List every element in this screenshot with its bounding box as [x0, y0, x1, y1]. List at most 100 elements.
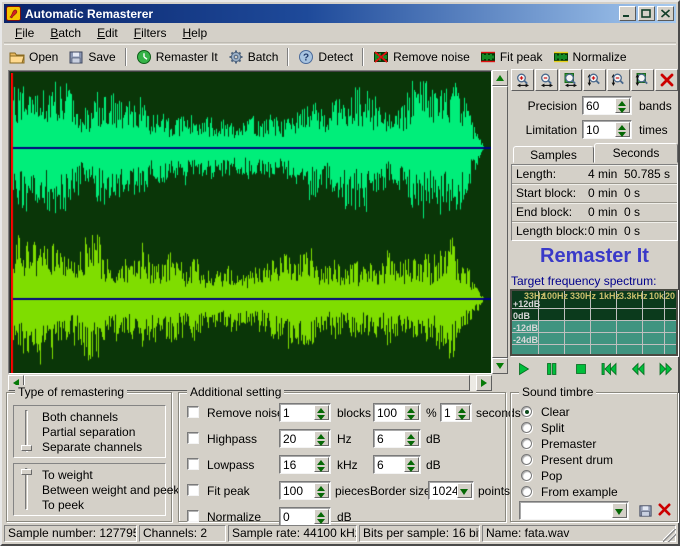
menu-batch[interactable]: Batch: [42, 25, 89, 41]
detect-button[interactable]: ? Detect: [293, 47, 358, 67]
pop-radio[interactable]: [521, 470, 532, 481]
border-size-combo[interactable]: 1024: [428, 481, 474, 500]
remaster-it-toolbar-button[interactable]: Remaster It: [131, 47, 223, 67]
reset-icon: [659, 72, 675, 88]
spectrum-freq-label: 10k: [649, 291, 664, 301]
remove-noise-blocks-spinner[interactable]: 1: [279, 403, 331, 422]
info-row-length: Length: 4 min 50.785 s: [512, 165, 677, 184]
end-block-value: 0 min 0 s: [588, 203, 640, 221]
clear-example-button[interactable]: [655, 500, 673, 519]
save-button[interactable]: Save: [63, 47, 120, 67]
limitation-spinner[interactable]: 10: [582, 120, 632, 139]
fit-vertical-button[interactable]: [631, 69, 654, 91]
menu-file[interactable]: File: [7, 25, 42, 41]
fit-peak-checkbox[interactable]: [187, 484, 199, 496]
remove-noise-checkbox[interactable]: [187, 406, 199, 418]
fit-horizontal-button[interactable]: [559, 69, 582, 91]
remaster-it-button[interactable]: Remaster It: [511, 245, 678, 268]
fit-peak-pieces-spinner[interactable]: 100: [279, 481, 331, 500]
title-bar[interactable]: Automatic Remasterer: [4, 4, 676, 23]
pause-button[interactable]: [543, 361, 560, 377]
spinner-arrows-icon[interactable]: [314, 483, 329, 498]
spinner-arrows-icon[interactable]: [455, 405, 470, 420]
lowpass-freq-spinner[interactable]: 16: [279, 455, 331, 474]
spinner-arrows-icon[interactable]: [404, 431, 419, 446]
fit-peak-toolbar-button[interactable]: Fit peak: [475, 47, 548, 67]
play-button[interactable]: [515, 361, 532, 377]
percent-unit: %: [426, 406, 437, 420]
dropdown-arrow-icon[interactable]: [612, 503, 627, 518]
stop-button[interactable]: [572, 361, 589, 377]
open-button[interactable]: Open: [4, 47, 63, 67]
channel-mode-slider[interactable]: [18, 409, 36, 455]
spinner-arrows-icon[interactable]: [404, 405, 419, 420]
menu-help[interactable]: Help: [174, 25, 215, 41]
reset-button[interactable]: [655, 69, 678, 91]
highpass-checkbox[interactable]: [187, 432, 199, 444]
clear-radio[interactable]: [521, 406, 532, 417]
remove-noise-seconds-spinner[interactable]: 1: [440, 403, 472, 422]
start-block-label: Start block:: [516, 184, 576, 202]
fast-forward-button[interactable]: [657, 361, 674, 377]
from-example-label: From example: [541, 485, 618, 499]
precision-spinner[interactable]: 60: [582, 96, 632, 115]
spectrum-db-label: -12dB: [513, 323, 538, 333]
skip-to-start-button[interactable]: [600, 361, 617, 377]
lowpass-checkbox[interactable]: [187, 458, 199, 470]
spinner-arrows-icon[interactable]: [615, 98, 630, 113]
vertical-scrollbar[interactable]: [492, 70, 508, 374]
slider-thumb[interactable]: [21, 469, 32, 475]
remove-noise-percent-spinner[interactable]: 100: [373, 403, 421, 422]
target-frequency-spectrum[interactable]: 33Hz100Hz330Hz1kHz3.3kHz10k20+12dB0dB-12…: [510, 289, 678, 356]
spinner-arrows-icon[interactable]: [314, 509, 329, 524]
spinner-arrows-icon[interactable]: [314, 405, 329, 420]
highpass-db-spinner[interactable]: 6: [373, 429, 421, 448]
maximize-button[interactable]: [638, 6, 655, 21]
close-button[interactable]: [657, 6, 674, 21]
resize-grip[interactable]: [663, 529, 676, 542]
spinner-arrows-icon[interactable]: [314, 431, 329, 446]
minimize-button[interactable]: [619, 6, 636, 21]
highpass-freq-spinner[interactable]: 20: [279, 429, 331, 448]
scroll-right-button[interactable]: [476, 375, 492, 391]
slider-thumb[interactable]: [21, 445, 32, 451]
remove-noise-toolbar-button[interactable]: Remove noise: [368, 47, 475, 67]
present-drum-radio[interactable]: [521, 454, 532, 465]
main-toolbar: Open Save Remaster It Batch ? Detect Rem…: [4, 44, 676, 68]
normalize-checkbox[interactable]: [187, 510, 199, 522]
zoom-in-horizontal-button[interactable]: [511, 69, 534, 91]
menu-filters[interactable]: Filters: [126, 25, 175, 41]
waveform-canvas[interactable]: [11, 73, 491, 373]
status-file-name: Name: fata.wav: [482, 525, 676, 542]
scroll-down-button[interactable]: [492, 358, 508, 374]
length-block-label: Length block:: [516, 222, 587, 240]
normalize-toolbar-button[interactable]: Normalize: [548, 47, 632, 67]
spinner-arrows-icon[interactable]: [314, 457, 329, 472]
remove-noise-row: Remove noise 1 blocks 100 % 1 seconds: [179, 403, 505, 423]
spinner-arrows-icon[interactable]: [404, 457, 419, 472]
zoom-out-horizontal-button[interactable]: [535, 69, 558, 91]
vertical-scroll-thumb[interactable]: [492, 86, 508, 358]
app-icon: [6, 6, 21, 21]
tab-seconds[interactable]: Seconds: [594, 143, 678, 163]
dropdown-arrow-icon[interactable]: [457, 483, 472, 498]
channel-mode-box: Both channels Partial separation Separat…: [13, 405, 166, 458]
status-channels: Channels: 2: [139, 525, 226, 542]
scroll-up-button[interactable]: [492, 70, 508, 86]
example-file-combo[interactable]: [519, 501, 629, 520]
lowpass-db-spinner[interactable]: 6: [373, 455, 421, 474]
tab-samples[interactable]: Samples: [513, 146, 594, 163]
weight-mode-slider[interactable]: [18, 467, 36, 513]
zoom-out-vertical-button[interactable]: [607, 69, 630, 91]
split-radio[interactable]: [521, 422, 532, 433]
zoom-in-vertical-button[interactable]: [583, 69, 606, 91]
menu-edit[interactable]: Edit: [89, 25, 126, 41]
from-example-radio[interactable]: [521, 486, 532, 497]
separate-channels-label: Separate channels: [42, 440, 142, 454]
spectrum-db-label: +12dB: [513, 299, 540, 309]
rewind-button[interactable]: [629, 361, 646, 377]
batch-button[interactable]: Batch: [223, 47, 284, 67]
load-example-button[interactable]: [635, 501, 655, 520]
spinner-arrows-icon[interactable]: [615, 122, 630, 137]
premaster-radio[interactable]: [521, 438, 532, 449]
